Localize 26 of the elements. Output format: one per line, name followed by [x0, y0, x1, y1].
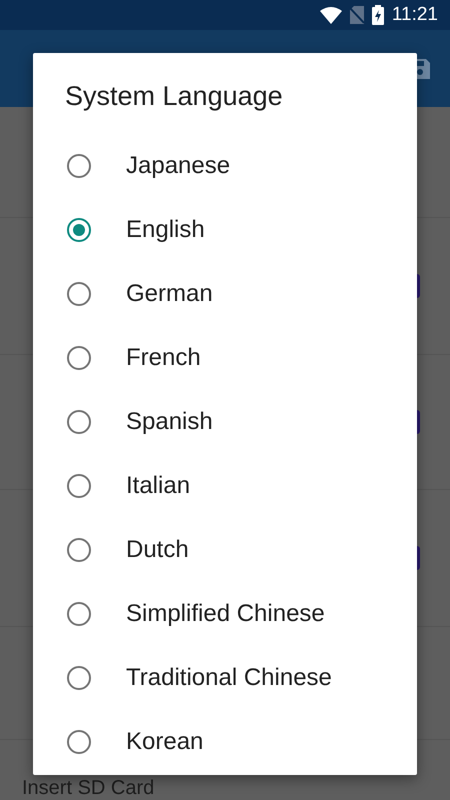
radio-button[interactable]	[67, 666, 91, 690]
language-option[interactable]: Italian	[33, 454, 417, 518]
language-option[interactable]: Japanese	[33, 134, 417, 198]
dialog-title: System Language	[64, 81, 284, 112]
language-option[interactable]: Korean	[33, 710, 417, 774]
no-sim-icon	[350, 6, 364, 24]
language-option[interactable]: Spanish	[33, 390, 417, 454]
radio-button[interactable]	[67, 346, 91, 370]
language-option[interactable]: German	[33, 262, 417, 326]
radio-button[interactable]	[67, 282, 91, 306]
language-option[interactable]: Simplified Chinese	[33, 582, 417, 646]
radio-button[interactable]	[67, 154, 91, 178]
language-option[interactable]: Traditional Chinese	[33, 646, 417, 710]
language-option[interactable]: English	[33, 198, 417, 262]
language-option[interactable]: French	[33, 326, 417, 390]
status-time: 11:21	[392, 4, 438, 26]
radio-button[interactable]	[67, 602, 91, 626]
radio-button[interactable]	[67, 730, 91, 754]
setting-title: Insert SD Card	[22, 777, 154, 800]
radio-button[interactable]	[67, 410, 91, 434]
language-option[interactable]: Dutch	[33, 518, 417, 582]
wifi-icon	[320, 6, 342, 24]
radio-button[interactable]	[67, 218, 91, 242]
radio-button[interactable]	[67, 474, 91, 498]
radio-button[interactable]	[67, 538, 91, 562]
battery-charging-icon	[372, 5, 384, 25]
